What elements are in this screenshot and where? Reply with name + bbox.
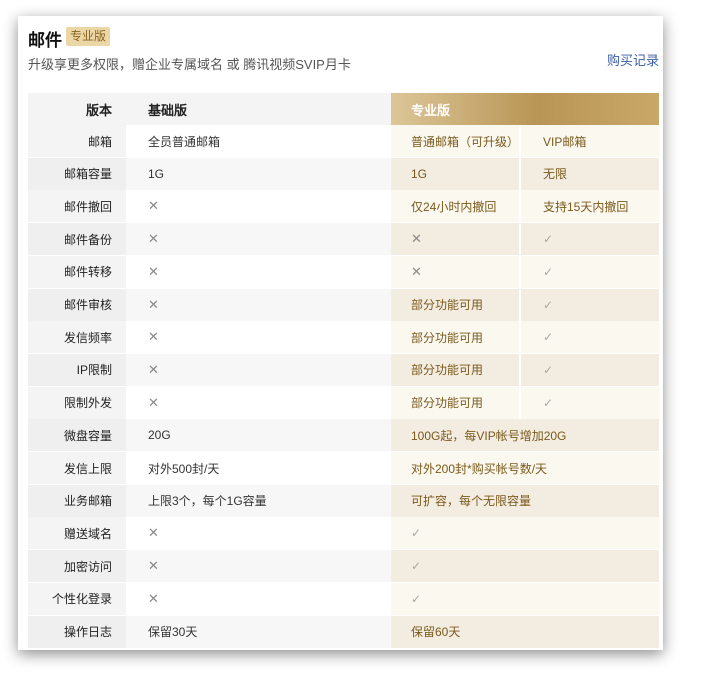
row-label: 发信上限 bbox=[28, 452, 126, 484]
pro-vip-value: ✓ bbox=[521, 321, 659, 354]
basic-value: 上限3个，每个1G容量 bbox=[126, 484, 391, 517]
basic-value: ✕ bbox=[126, 353, 391, 386]
row-label: 邮件转移 bbox=[28, 255, 126, 288]
pro-value: 可扩容，每个无限容量 bbox=[391, 484, 659, 517]
row-label: 发信频率 bbox=[28, 321, 126, 354]
basic-value: ✕ bbox=[126, 582, 391, 615]
row-label: 赠送域名 bbox=[28, 517, 126, 550]
pro-vip-value: 无限 bbox=[521, 157, 659, 190]
pro-standard-value: 部分功能可用 bbox=[391, 288, 521, 321]
pro-vip-value: VIP邮箱 bbox=[521, 125, 659, 157]
pro-vip-value: ✓ bbox=[521, 288, 659, 321]
basic-value: 对外500封/天 bbox=[126, 452, 391, 484]
pro-vip-value: 支持15天内撤回 bbox=[521, 190, 659, 223]
basic-value: ✕ bbox=[126, 223, 391, 256]
table-row: 操作日志 保留30天 保留60天 bbox=[28, 615, 659, 648]
basic-value: ✕ bbox=[126, 517, 391, 550]
basic-value: ✕ bbox=[126, 550, 391, 583]
table-row: 邮箱 全员普通邮箱 普通邮箱（可升级） VIP邮箱 bbox=[28, 125, 659, 157]
pro-value: ✓ bbox=[391, 517, 659, 550]
pro-value: ✓ bbox=[391, 582, 659, 615]
table-header-row: 版本 基础版 专业版 bbox=[28, 93, 659, 125]
table-row: 业务邮箱 上限3个，每个1G容量 可扩容，每个无限容量 bbox=[28, 484, 659, 517]
row-label: 邮件备份 bbox=[28, 223, 126, 256]
header-basic: 基础版 bbox=[126, 93, 391, 125]
pro-standard-value: 部分功能可用 bbox=[391, 353, 521, 386]
header-pro: 专业版 bbox=[391, 93, 659, 125]
basic-value: ✕ bbox=[126, 190, 391, 223]
table-row: 邮件备份 ✕ ✕ ✓ bbox=[28, 223, 659, 256]
pro-value: 对外200封*购买帐号数/天 bbox=[391, 452, 659, 484]
row-label: 邮箱 bbox=[28, 125, 126, 157]
header-version: 版本 bbox=[28, 93, 126, 125]
pro-value: 100G起，每VIP帐号增加20G bbox=[391, 419, 659, 452]
purchase-history-link[interactable]: 购买记录 bbox=[607, 50, 659, 69]
row-label: 邮件撤回 bbox=[28, 190, 126, 223]
row-label: 限制外发 bbox=[28, 386, 126, 419]
table-row: 微盘容量 20G 100G起，每VIP帐号增加20G bbox=[28, 419, 659, 452]
table-row: 邮件转移 ✕ ✕ ✓ bbox=[28, 255, 659, 288]
pro-vip-value: ✓ bbox=[521, 255, 659, 288]
table-row: 发信频率 ✕ 部分功能可用 ✓ bbox=[28, 321, 659, 354]
table-row: 赠送域名 ✕ ✓ bbox=[28, 517, 659, 550]
table-row: IP限制 ✕ 部分功能可用 ✓ bbox=[28, 353, 659, 386]
table-row: 限制外发 ✕ 部分功能可用 ✓ bbox=[28, 386, 659, 419]
basic-value: 保留30天 bbox=[126, 615, 391, 648]
basic-value: 全员普通邮箱 bbox=[126, 125, 391, 157]
pro-vip-value: ✓ bbox=[521, 353, 659, 386]
table-row: 加密访问 ✕ ✓ bbox=[28, 550, 659, 583]
basic-value: ✕ bbox=[126, 386, 391, 419]
pro-standard-value: 部分功能可用 bbox=[391, 386, 521, 419]
table-row: 个性化登录 ✕ ✓ bbox=[28, 582, 659, 615]
pro-value: ✓ bbox=[391, 550, 659, 583]
basic-value: ✕ bbox=[126, 288, 391, 321]
row-label: IP限制 bbox=[28, 353, 126, 386]
row-label: 操作日志 bbox=[28, 615, 126, 648]
basic-value: ✕ bbox=[126, 255, 391, 288]
pro-standard-value: ✕ bbox=[391, 255, 521, 288]
row-label: 微盘容量 bbox=[28, 419, 126, 452]
row-label: 业务邮箱 bbox=[28, 484, 126, 517]
row-label: 加密访问 bbox=[28, 550, 126, 583]
pro-badge: 专业版 bbox=[66, 27, 111, 46]
table-row: 发信上限 对外500封/天 对外200封*购买帐号数/天 bbox=[28, 452, 659, 484]
pro-standard-value: 普通邮箱（可升级） bbox=[391, 125, 521, 157]
table-row: 邮箱容量 1G 1G 无限 bbox=[28, 157, 659, 190]
pro-value: 保留60天 bbox=[391, 615, 659, 648]
mail-upgrade-card: 邮件 专业版 升级享更多权限，赠企业专属域名 或 腾讯视频SVIP月卡 购买记录… bbox=[18, 16, 663, 650]
pro-standard-value: ✕ bbox=[391, 223, 521, 256]
pro-standard-value: 仅24小时内撤回 bbox=[391, 190, 521, 223]
pro-vip-value: ✓ bbox=[521, 386, 659, 419]
upgrade-subtitle: 升级享更多权限，赠企业专属域名 或 腾讯视频SVIP月卡 bbox=[28, 57, 351, 72]
page-title: 邮件 bbox=[28, 31, 62, 50]
row-label: 邮件审核 bbox=[28, 288, 126, 321]
basic-value: ✕ bbox=[126, 321, 391, 354]
pro-standard-value: 1G bbox=[391, 157, 521, 190]
row-label: 邮箱容量 bbox=[28, 157, 126, 190]
table-row: 邮件审核 ✕ 部分功能可用 ✓ bbox=[28, 288, 659, 321]
pro-vip-value: ✓ bbox=[521, 223, 659, 256]
basic-value: 1G bbox=[126, 157, 391, 190]
pro-standard-value: 部分功能可用 bbox=[391, 321, 521, 354]
basic-value: 20G bbox=[126, 419, 391, 452]
table-row: 邮件撤回 ✕ 仅24小时内撤回 支持15天内撤回 bbox=[28, 190, 659, 223]
row-label: 个性化登录 bbox=[28, 582, 126, 615]
